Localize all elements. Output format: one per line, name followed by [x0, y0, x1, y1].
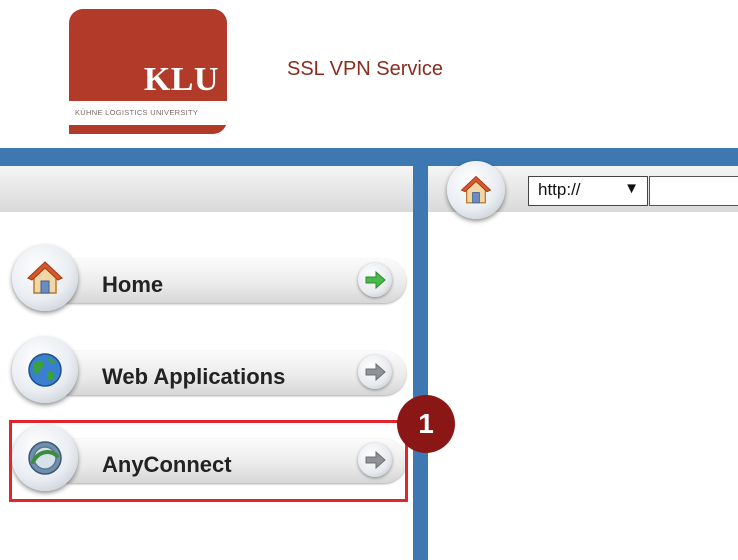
service-title: SSL VPN Service	[287, 58, 443, 80]
green-arrow-icon[interactable]	[358, 263, 392, 297]
klu-logo: KLU KÜHNE LOGISTICS UNIVERSITY	[69, 9, 227, 134]
protocol-value: http://	[538, 180, 581, 199]
frame-top-bar	[0, 148, 738, 166]
globe-icon	[12, 337, 78, 403]
sidebar-item-label: Web Applications	[102, 364, 286, 389]
gray-arrow-icon[interactable]	[358, 355, 392, 389]
sidebar-item-home[interactable]: Home	[10, 245, 406, 325]
frame-divider[interactable]	[413, 148, 428, 560]
sidebar-item-label: Home	[102, 272, 164, 297]
step-badge: 1	[397, 395, 455, 453]
home-icon	[12, 245, 78, 311]
home-icon[interactable]	[447, 161, 505, 219]
chevron-down-icon: ▼	[624, 180, 639, 197]
anyconnect-highlight	[9, 420, 408, 502]
sidebar-item-web-applications[interactable]: Web Applications	[10, 337, 406, 417]
url-input[interactable]	[649, 176, 738, 206]
logo-subtext: KÜHNE LOGISTICS UNIVERSITY	[75, 108, 199, 117]
sidebar-header	[0, 166, 413, 212]
protocol-select[interactable]: http:// ▼	[528, 176, 648, 206]
logo-wordmark: KLU	[143, 61, 219, 98]
